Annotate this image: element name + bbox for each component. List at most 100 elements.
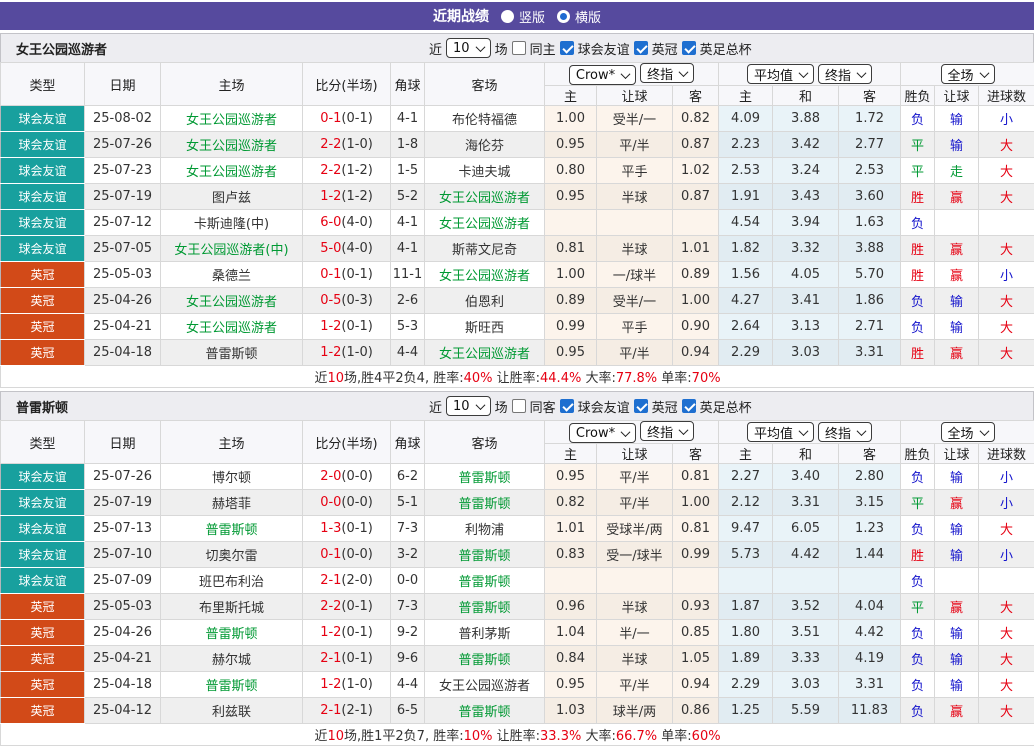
home-team: 普雷斯顿: [161, 516, 303, 542]
subcol-outcome: 胜负: [901, 86, 935, 106]
avg-away: 3.60: [839, 184, 901, 210]
competition-checkbox-2[interactable]: [682, 399, 696, 413]
avg-type-select[interactable]: 平均值: [747, 422, 814, 442]
goals-result: 大: [979, 698, 1034, 724]
col-header-home: 主场: [161, 421, 303, 464]
competition-checkbox-0[interactable]: [560, 399, 574, 413]
summary-segment: 近: [314, 371, 327, 386]
away-team: 普雷斯顿: [425, 542, 545, 568]
score-cell: 2-2(0-1): [303, 594, 391, 620]
halftime-score: (0-0): [341, 495, 372, 510]
outcome: 负: [901, 516, 935, 542]
corners: 7-3: [391, 594, 425, 620]
avg-away: 4.04: [839, 594, 901, 620]
avg-draw: 3.33: [773, 646, 839, 672]
result-group-header: 全场: [901, 421, 1034, 444]
summary-segment: 66.7%: [616, 729, 657, 744]
score-cell: 2-1(2-1): [303, 698, 391, 724]
avg-draw: 3.03: [773, 340, 839, 366]
avg-draw: [773, 568, 839, 594]
away-team: 普雷斯顿: [425, 698, 545, 724]
handicap: [597, 210, 673, 236]
same-venue-checkbox[interactable]: [512, 399, 526, 413]
avg-draw: 3.31: [773, 490, 839, 516]
away-odds: 0.86: [673, 698, 719, 724]
home-odds: [545, 210, 597, 236]
handicap: 半/一: [597, 620, 673, 646]
home-team: 赫塔菲: [161, 490, 303, 516]
avg-draw: 3.51: [773, 620, 839, 646]
away-odds: 0.81: [673, 516, 719, 542]
handicap: 平/半: [597, 464, 673, 490]
scope-select[interactable]: 全场: [941, 422, 995, 442]
fulltime-score: 2-1: [320, 703, 341, 718]
avg-home: 1.80: [719, 620, 773, 646]
avg-draw: 3.43: [773, 184, 839, 210]
match-row: 球会友谊25-07-13普雷斯顿1-3(0-1)7-3利物浦1.01受球半/两0…: [1, 516, 1034, 542]
col-header-corners: 角球: [391, 421, 425, 464]
odds-final-select-value: 终指: [647, 422, 673, 441]
avg-type-select[interactable]: 平均值: [747, 64, 814, 84]
away-odds: 1.00: [673, 288, 719, 314]
handicap-result: 赢: [935, 236, 979, 262]
away-odds: 1.00: [673, 490, 719, 516]
match-count-select[interactable]: 10: [446, 396, 491, 416]
subcol-goals-result: 进球数: [979, 444, 1034, 464]
home-odds: 0.89: [545, 288, 597, 314]
summary-row: 近10场,胜4平2负4, 胜率:40% 让胜率:44.4% 大率:77.8% 单…: [1, 366, 1034, 388]
layout-option-vertical[interactable]: 竖版: [501, 7, 545, 26]
competition-badge: 英冠: [1, 340, 85, 366]
score-cell: 1-2(0-1): [303, 314, 391, 340]
match-row: 球会友谊25-07-26博尔顿2-0(0-0)6-2普雷斯顿0.95平/半0.8…: [1, 464, 1034, 490]
competition-checkbox-1[interactable]: [634, 399, 648, 413]
match-date: 25-07-19: [85, 184, 161, 210]
avg-home: 2.64: [719, 314, 773, 340]
halftime-score: (0-0): [341, 469, 372, 484]
col-header-away: 客场: [425, 63, 545, 106]
subcol-handicap: 让球: [597, 444, 673, 464]
subcol-handicap-result: 让球: [935, 86, 979, 106]
summary-segment: 近: [314, 729, 327, 744]
avg-draw: 3.41: [773, 288, 839, 314]
competition-checkbox-2[interactable]: [682, 41, 696, 55]
home-odds: 0.81: [545, 236, 597, 262]
score-cell: 2-2(1-2): [303, 158, 391, 184]
avg-final-select[interactable]: 终指: [818, 64, 872, 84]
corners: 4-4: [391, 672, 425, 698]
match-count-select[interactable]: 10: [446, 38, 491, 58]
corners: 4-1: [391, 106, 425, 132]
competition-checkbox-0[interactable]: [560, 41, 574, 55]
avg-away: 1.23: [839, 516, 901, 542]
match-date: 25-07-10: [85, 542, 161, 568]
odds-final-select[interactable]: 终指: [640, 63, 694, 83]
filter-near-label: 近: [429, 39, 442, 58]
competition-label-1: 英冠: [652, 397, 678, 416]
same-venue-checkbox[interactable]: [512, 41, 526, 55]
outcome: 负: [901, 464, 935, 490]
layout-option-horizontal[interactable]: 横版: [557, 7, 601, 26]
avg-home: 2.12: [719, 490, 773, 516]
avg-draw: 3.40: [773, 464, 839, 490]
avg-away: 1.86: [839, 288, 901, 314]
goals-result: 小: [979, 542, 1034, 568]
competition-checkbox-1[interactable]: [634, 41, 648, 55]
halftime-score: (2-0): [341, 573, 372, 588]
outcome: 负: [901, 646, 935, 672]
odds-source-select[interactable]: Crow*: [569, 65, 636, 85]
halftime-score: (1-0): [341, 345, 372, 360]
goals-result: 大: [979, 132, 1034, 158]
summary-segment: 10%: [464, 729, 493, 744]
match-date: 25-04-26: [85, 288, 161, 314]
score-cell: 0-1(0-1): [303, 262, 391, 288]
avg-type-select-value: 平均值: [754, 65, 793, 84]
avg-away: 1.72: [839, 106, 901, 132]
summary-segment: 单率:: [657, 729, 692, 744]
handicap-result: [935, 568, 979, 594]
odds-final-select[interactable]: 终指: [640, 421, 694, 441]
scope-select[interactable]: 全场: [941, 64, 995, 84]
competition-label-2: 英足总杯: [700, 39, 752, 58]
handicap-result: 赢: [935, 490, 979, 516]
avg-final-select[interactable]: 终指: [818, 422, 872, 442]
home-odds: 0.99: [545, 314, 597, 340]
odds-source-select[interactable]: Crow*: [569, 423, 636, 443]
